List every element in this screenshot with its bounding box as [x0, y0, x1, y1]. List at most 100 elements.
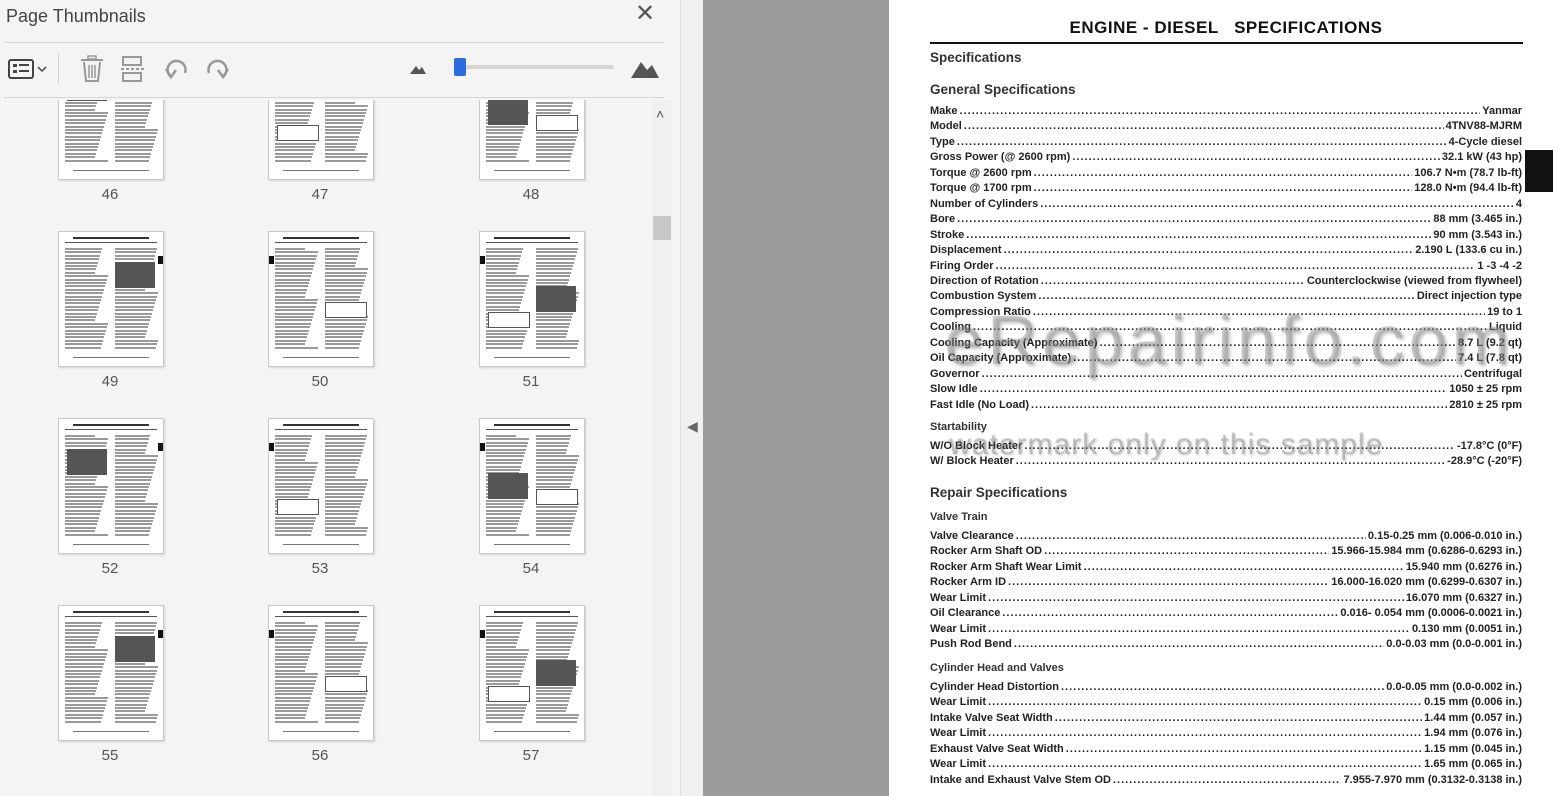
thumb-title	[283, 237, 359, 239]
thumb-text-line	[275, 326, 310, 329]
thumb-table	[277, 125, 319, 141]
thumbnail-options-icon[interactable]	[6, 54, 48, 84]
thumb-text-line	[486, 707, 526, 709]
repair-heading: Repair Specifications	[930, 485, 1068, 500]
thumb-text-line	[275, 520, 315, 522]
thumb-table	[536, 115, 578, 131]
chevron-up-icon[interactable]: ˄	[656, 106, 664, 122]
thumb-rule	[275, 616, 367, 617]
page-number-label: 48	[522, 186, 540, 203]
page-thumbnail[interactable]	[268, 231, 374, 367]
mountain-large-icon[interactable]	[628, 54, 662, 84]
panel-splitter[interactable]: ◀	[681, 0, 703, 796]
document-page: ENGINE - DIESEL SPECIFICATIONS Specifica…	[889, 0, 1553, 796]
thumb-text-line	[65, 700, 107, 703]
thumb-text-line	[325, 645, 367, 648]
close-icon[interactable]: ✕	[634, 2, 656, 26]
thumb-text-line	[325, 523, 355, 526]
slider-thumb[interactable]	[454, 58, 466, 76]
page-thumbnail[interactable]	[58, 605, 164, 741]
thumb-text-line	[536, 625, 577, 628]
thumb-text-line	[486, 452, 525, 454]
thumb-text-line	[115, 625, 156, 628]
page-thumbnail[interactable]	[58, 100, 164, 180]
thumb-footer	[283, 544, 359, 545]
thumb-text-line	[486, 676, 521, 679]
thumb-text-line	[275, 479, 313, 482]
thumb-text-line	[115, 125, 145, 128]
page-number-label: 54	[522, 560, 540, 577]
page-thumbnail[interactable]	[479, 605, 585, 741]
collapse-left-icon[interactable]: ◀	[687, 418, 698, 435]
thumb-text-line	[115, 452, 145, 454]
thumb-text-line	[65, 319, 95, 322]
thumb-text-line	[275, 516, 316, 519]
thumb-text-line	[325, 717, 360, 720]
thumb-text-line	[115, 683, 153, 686]
scrollbar-thumb[interactable]	[653, 216, 671, 240]
thumb-text-line	[275, 261, 315, 264]
dot-leader	[1066, 743, 1422, 757]
thumb-text-line	[325, 659, 363, 662]
thumb-text-line	[536, 278, 569, 281]
thumb-text-line	[536, 265, 573, 267]
thumb-text-line	[325, 533, 366, 536]
spec-label: Push Rod Bend	[930, 638, 1012, 651]
thumb-text-line	[65, 717, 102, 720]
thumb-text-line	[275, 469, 316, 471]
thumb-image	[115, 636, 155, 662]
thumb-text-line	[325, 288, 362, 291]
thumb-text-line	[486, 132, 523, 135]
thumb-text-line	[325, 278, 365, 281]
redo-icon[interactable]	[202, 54, 232, 84]
page-thumbnail[interactable]	[479, 231, 585, 367]
thumb-text-line	[325, 486, 366, 488]
page-thumbnail[interactable]	[479, 418, 585, 554]
thumb-text-line	[325, 475, 355, 478]
thumb-text-line	[325, 156, 367, 159]
page-thumbnail[interactable]	[268, 418, 374, 554]
thumb-text-line	[275, 112, 311, 114]
thumb-text-line	[115, 499, 145, 502]
thumb-text-line	[325, 710, 362, 713]
thumb-text-line	[275, 441, 310, 444]
thumb-text-line	[486, 625, 522, 628]
thumb-text-line	[486, 268, 517, 271]
mountain-small-icon[interactable]	[406, 54, 430, 84]
thumb-footer	[494, 170, 570, 171]
thumbnail-size-slider[interactable]	[460, 65, 614, 69]
thumb-text-line	[275, 108, 312, 111]
page-thumbnail[interactable]	[479, 100, 585, 180]
thumb-text-line	[115, 533, 149, 536]
page-thumbnail[interactable]	[58, 418, 164, 554]
page-thumbnail[interactable]	[268, 605, 374, 741]
page-thumbnail[interactable]	[268, 100, 374, 180]
thumb-text-line	[536, 526, 572, 529]
thumb-image	[115, 262, 155, 288]
thumb-text-line	[65, 343, 102, 346]
spec-row: Bore 88 mm (3.465 in.)	[930, 213, 1522, 227]
thumb-text-line	[486, 149, 518, 152]
thumb-text-line	[275, 533, 311, 536]
spec-row: Model 4TNV88-MJRM	[930, 120, 1522, 134]
thumb-text-line	[115, 445, 147, 448]
thumb-text-line	[275, 713, 306, 716]
thumb-text-line	[65, 302, 100, 305]
thumb-text-line	[275, 622, 305, 624]
thumb-text-line	[536, 152, 572, 155]
thumb-text-line	[65, 305, 99, 308]
dot-leader	[1016, 530, 1366, 544]
insert-page-icon[interactable]	[118, 54, 148, 84]
thumb-text-line	[536, 486, 570, 488]
thumb-text-line	[275, 659, 308, 662]
trash-icon[interactable]	[78, 54, 106, 84]
thumb-text-line	[536, 108, 571, 111]
thumb-text-line	[115, 673, 156, 675]
thumb-text-line	[536, 326, 569, 329]
thumb-text-line	[115, 458, 157, 461]
spec-value: 15.940 mm (0.6276 in.)	[1405, 560, 1522, 573]
dot-leader	[1044, 545, 1329, 559]
thumbnail-scrollbar[interactable]: ˄	[652, 100, 672, 796]
page-thumbnail[interactable]	[58, 231, 164, 367]
undo-icon[interactable]	[162, 54, 192, 84]
